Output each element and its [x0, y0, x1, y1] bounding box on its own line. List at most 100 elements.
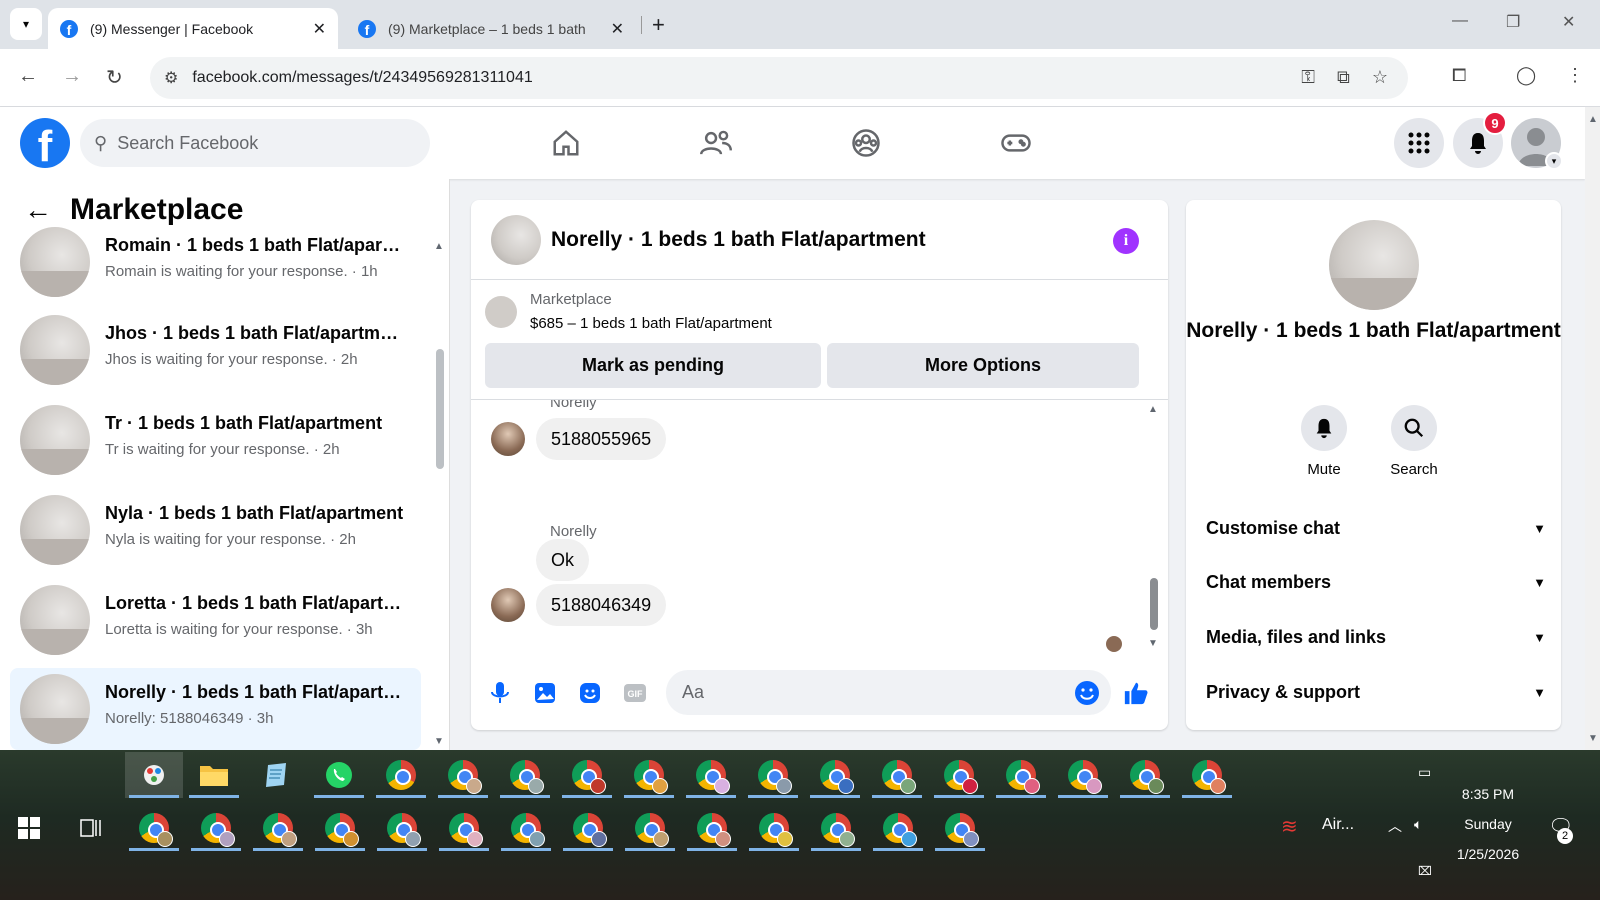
taskbar-app-paint[interactable]: [125, 752, 183, 798]
network-icon[interactable]: ⌧: [1418, 864, 1432, 878]
profile-icon[interactable]: ◯: [1516, 65, 1536, 86]
mute-button[interactable]: Mute: [1284, 405, 1364, 478]
taskbar-app-chrome-profile[interactable]: [620, 752, 678, 798]
home-icon[interactable]: [546, 123, 586, 163]
conversation-item[interactable]: Romain · 1 beds 1 bath Flat/apartment Ro…: [10, 221, 421, 303]
taskbar-app-chrome-profile[interactable]: [497, 805, 555, 851]
taskbar-app-chrome-profile[interactable]: [745, 805, 803, 851]
photo-icon[interactable]: [532, 680, 558, 706]
tab-messenger[interactable]: f (9) Messenger | Facebook ✕: [48, 8, 338, 49]
taskbar-app-chrome-profile[interactable]: [559, 805, 617, 851]
taskbar-app-chrome-profile[interactable]: [434, 752, 492, 798]
groups-icon[interactable]: [846, 123, 886, 163]
conversation-item[interactable]: Nyla · 1 beds 1 bath Flat/apartment Nyla…: [10, 489, 421, 571]
display-icon[interactable]: ▭: [1418, 764, 1431, 781]
apps-menu-button[interactable]: [1394, 118, 1444, 168]
mark-as-pending-button[interactable]: Mark as pending: [485, 343, 821, 388]
volume-icon[interactable]: 🔈︎: [1414, 816, 1422, 833]
key-icon[interactable]: ⚿: [1301, 67, 1315, 88]
listing-thumbnail[interactable]: [485, 296, 517, 328]
menu-kebab-icon[interactable]: ⋮: [1566, 65, 1584, 86]
taskbar-app-chrome-profile[interactable]: [682, 752, 740, 798]
gaming-icon[interactable]: [996, 123, 1036, 163]
media-files-links-section[interactable]: Media, files and links ▼: [1206, 617, 1546, 657]
message-bubble[interactable]: Ok: [536, 539, 590, 581]
gif-icon[interactable]: GIF: [622, 680, 648, 706]
clock-time[interactable]: 8:35 PM: [1438, 786, 1538, 802]
chevron-up-icon[interactable]: ︿: [1388, 816, 1402, 836]
microphone-icon[interactable]: [487, 680, 513, 706]
more-options-button[interactable]: More Options: [827, 343, 1139, 388]
privacy-support-section[interactable]: Privacy & support ▼: [1206, 672, 1546, 712]
search-input[interactable]: [117, 132, 398, 154]
taskbar-app-chrome-profile[interactable]: [187, 805, 245, 851]
conversation-item[interactable]: Tr · 1 beds 1 bath Flat/apartment Tr is …: [10, 399, 421, 481]
taskbar-app-notes[interactable]: [247, 752, 305, 798]
air-app-icon[interactable]: ≋: [1281, 814, 1298, 839]
friends-icon[interactable]: [696, 123, 736, 163]
tab-marketplace[interactable]: f (9) Marketplace – 1 beds 1 bath ✕: [346, 8, 636, 49]
taskbar-app-whatsapp[interactable]: [310, 752, 368, 798]
scroll-up-arrow-icon[interactable]: ▲: [434, 241, 444, 252]
install-icon[interactable]: ⧉: [1337, 67, 1350, 88]
new-tab-button[interactable]: +: [652, 12, 665, 38]
site-info-icon[interactable]: ⚙: [164, 68, 178, 88]
message-bubble[interactable]: 5188046349: [536, 584, 667, 626]
taskbar-app-chrome-profile[interactable]: [558, 752, 616, 798]
conversation-item[interactable]: Loretta · 1 beds 1 bath Flat/apartment L…: [10, 579, 421, 661]
taskbar-app-chrome-profile[interactable]: [869, 805, 927, 851]
close-window-button[interactable]: ✕: [1562, 12, 1575, 32]
back-button[interactable]: ←: [18, 65, 38, 88]
taskbar-app-chrome-profile[interactable]: [249, 805, 307, 851]
bookmark-star-icon[interactable]: ☆: [1372, 67, 1388, 88]
chat-title[interactable]: Norelly · 1 beds 1 bath Flat/apartment: [551, 228, 926, 252]
close-icon[interactable]: ✕: [313, 19, 326, 39]
close-icon[interactable]: ✕: [611, 19, 624, 39]
taskbar-app-chrome[interactable]: [372, 752, 430, 798]
taskbar-app-chrome-profile[interactable]: [496, 752, 554, 798]
taskbar-app-chrome-profile[interactable]: [683, 805, 741, 851]
taskbar-app-chrome-profile[interactable]: [373, 805, 431, 851]
address-bar[interactable]: ⚙ facebook.com/messages/t/24349569281311…: [150, 57, 1408, 99]
taskbar-app-chrome-profile[interactable]: [125, 805, 183, 851]
taskbar-app-chrome-profile[interactable]: [931, 805, 989, 851]
listing-price[interactable]: $685 – 1 beds 1 bath Flat/apartment: [530, 315, 772, 332]
taskbar-app-chrome-profile[interactable]: [807, 805, 865, 851]
sticker-icon[interactable]: [577, 680, 603, 706]
extensions-icon[interactable]: ⧠: [1452, 65, 1466, 86]
message-bubble[interactable]: 5188055965: [536, 418, 667, 460]
tray-app-label[interactable]: Air...: [1322, 816, 1354, 834]
taskbar-app-chrome-profile[interactable]: [311, 805, 369, 851]
forward-button[interactable]: →: [62, 65, 82, 88]
scrollbar-thumb[interactable]: [436, 349, 444, 469]
taskbar-app-chrome-profile[interactable]: [435, 805, 493, 851]
scroll-down-arrow-icon[interactable]: ▼: [434, 736, 444, 747]
taskbar-app-chrome-profile[interactable]: [1178, 752, 1236, 798]
taskbar-app-chrome-profile[interactable]: [930, 752, 988, 798]
message-input[interactable]: [666, 670, 1111, 715]
restore-button[interactable]: ❐: [1506, 12, 1520, 32]
customise-chat-section[interactable]: Customise chat ▼: [1206, 508, 1546, 548]
taskbar-app-file-explorer[interactable]: [185, 752, 243, 798]
search-in-chat-button[interactable]: Search: [1374, 405, 1454, 478]
chat-members-section[interactable]: Chat members ▼: [1206, 562, 1546, 602]
facebook-search[interactable]: ⚲: [80, 119, 430, 167]
tab-search-button[interactable]: ▾: [10, 8, 42, 40]
scrollbar-thumb[interactable]: [1150, 578, 1158, 630]
avatar[interactable]: [491, 215, 541, 265]
scroll-up-arrow-icon[interactable]: ▲: [1588, 114, 1598, 125]
scroll-down-arrow-icon[interactable]: ▼: [1588, 733, 1598, 744]
taskbar-app-chrome-profile[interactable]: [1054, 752, 1112, 798]
taskbar-app-chrome-profile[interactable]: [992, 752, 1050, 798]
page-scrollbar[interactable]: [1585, 107, 1600, 750]
facebook-logo-icon[interactable]: f: [20, 118, 70, 168]
taskbar-app-chrome-profile[interactable]: [868, 752, 926, 798]
start-button[interactable]: [0, 805, 58, 851]
thumbs-up-icon[interactable]: [1123, 680, 1149, 706]
avatar[interactable]: [1329, 220, 1419, 310]
info-icon[interactable]: i: [1113, 228, 1139, 254]
conversation-item[interactable]: Jhos · 1 beds 1 bath Flat/apartment Jhos…: [10, 309, 421, 391]
emoji-icon[interactable]: [1074, 680, 1100, 706]
minimize-button[interactable]: —: [1452, 12, 1468, 30]
taskbar-app-chrome-profile[interactable]: [744, 752, 802, 798]
